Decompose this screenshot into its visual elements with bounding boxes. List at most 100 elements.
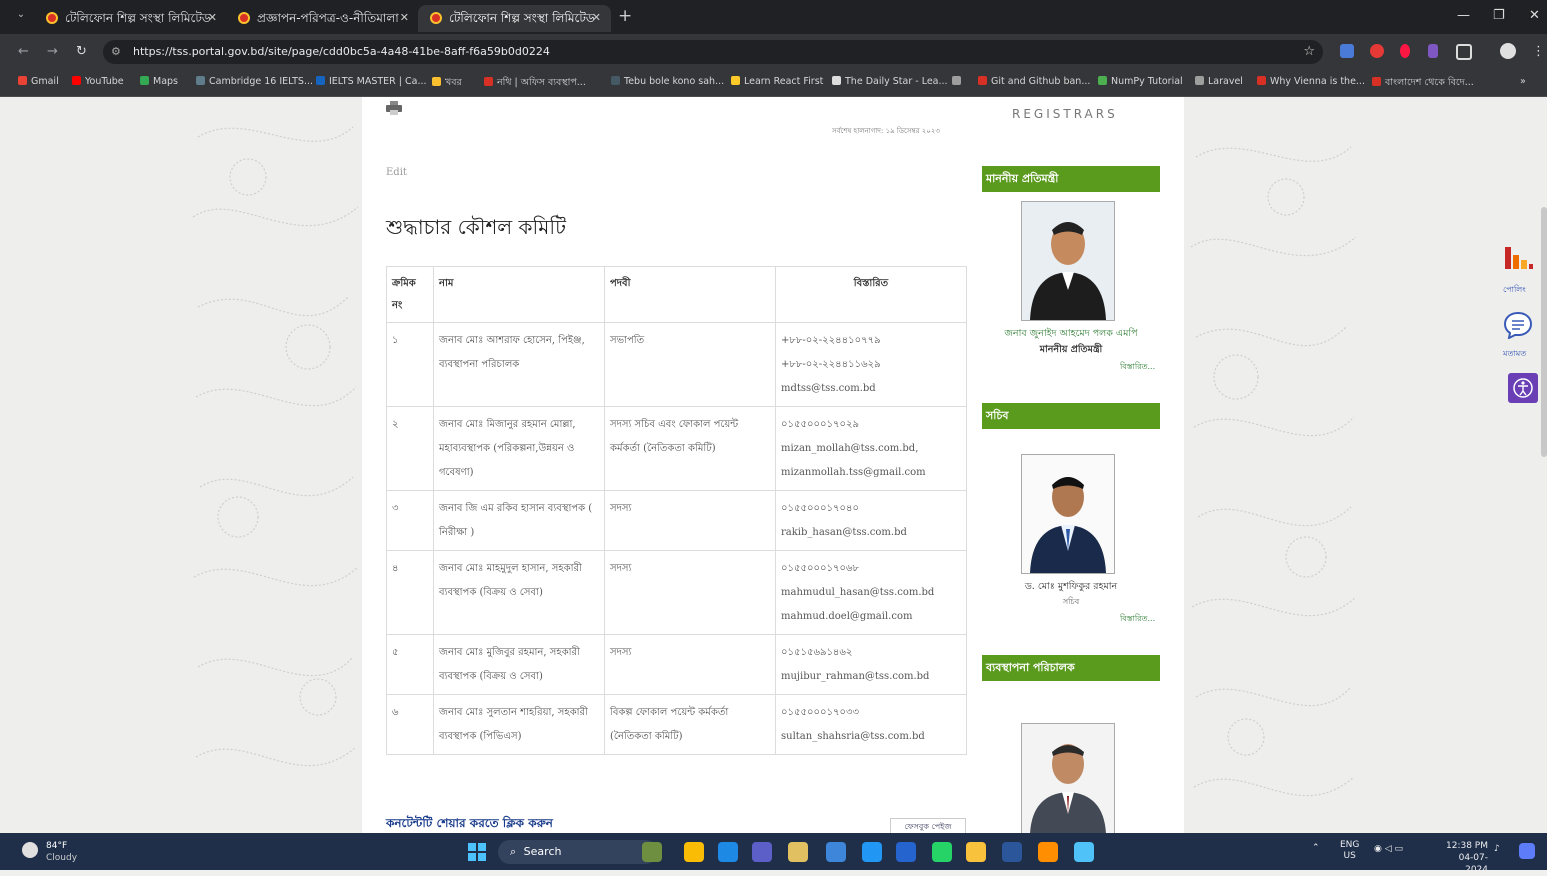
accessibility-icon[interactable] bbox=[1508, 373, 1538, 403]
close-tab-icon[interactable]: ✕ bbox=[400, 5, 409, 31]
poll-chart-icon[interactable] bbox=[1503, 247, 1533, 271]
bookmark-favicon-icon bbox=[978, 76, 987, 85]
back-icon[interactable]: ← bbox=[18, 44, 29, 59]
reload-icon[interactable]: ↻ bbox=[76, 44, 87, 59]
bookmark-item[interactable]: Learn React First bbox=[731, 76, 823, 87]
minister-details-link[interactable]: বিস্তারিত... bbox=[1120, 361, 1155, 374]
secretary-name[interactable]: ড. মোঃ মুশফিকুর রহমান bbox=[982, 580, 1160, 595]
cell-serial: ১ bbox=[386, 322, 434, 407]
bookmark-item[interactable]: Maps bbox=[140, 76, 178, 87]
extension-icon[interactable] bbox=[1370, 44, 1384, 58]
bookmark-item[interactable]: IELTS MASTER | Ca... bbox=[316, 76, 427, 87]
feedback-chat-icon[interactable] bbox=[1503, 311, 1533, 339]
page-scrollbar[interactable] bbox=[1541, 207, 1547, 457]
cloud-icon bbox=[22, 842, 38, 858]
whatsapp-icon[interactable] bbox=[932, 842, 952, 862]
minister-section-heading: মাননীয় প্রতিমন্ত্রী bbox=[982, 166, 1160, 192]
vscode-icon[interactable] bbox=[862, 842, 882, 862]
col-serial-header: ক্রমিক নং bbox=[386, 266, 434, 323]
notepad-icon[interactable] bbox=[1074, 842, 1094, 862]
bookmark-favicon-icon bbox=[432, 77, 441, 86]
copilot-icon[interactable] bbox=[1519, 843, 1535, 859]
notification-bell-icon[interactable]: ♪ bbox=[1494, 844, 1500, 854]
cell-serial: ৬ bbox=[386, 694, 434, 755]
edge-icon[interactable] bbox=[718, 842, 738, 862]
landscape-app-icon[interactable] bbox=[642, 842, 662, 862]
close-tab-icon[interactable]: ✕ bbox=[208, 5, 217, 31]
bookmark-item[interactable]: Gmail bbox=[18, 76, 59, 87]
feedback-label[interactable]: মতামত bbox=[1503, 348, 1526, 361]
bookmark-item[interactable]: Why Vienna is the... bbox=[1257, 76, 1365, 87]
bookmark-favicon-icon bbox=[18, 76, 27, 85]
bookmark-item[interactable]: Git and Github ban... bbox=[978, 76, 1090, 87]
cell-designation: বিকল্প ফোকাল পয়েন্ট কর্মকর্তা (নৈতিকতা … bbox=[604, 694, 776, 755]
cell-name: জনাব মোঃ মাহমুদুল হাসান, সহকারী ব্যবস্থা… bbox=[433, 550, 605, 635]
tab-1[interactable]: টেলিফোন শিল্প সংস্থা লিমিটেড ✕ bbox=[34, 5, 227, 32]
teams-icon[interactable] bbox=[752, 842, 772, 862]
bookmark-item[interactable]: The Daily Star - Lea... bbox=[832, 76, 948, 87]
app-icon[interactable] bbox=[826, 842, 846, 862]
app-icon[interactable] bbox=[788, 842, 808, 862]
language-indicator[interactable]: ENG US bbox=[1340, 840, 1359, 862]
tab-3-active[interactable]: টেলিফোন শিল্প সংস্থা লিমিটেড ✕ bbox=[418, 5, 611, 32]
profile-avatar-icon[interactable] bbox=[1500, 43, 1516, 59]
app-icon[interactable] bbox=[1038, 842, 1058, 862]
share-link[interactable]: কনটেন্টটি শেয়ার করতে ক্লিক করুন bbox=[386, 815, 553, 833]
bookmark-item[interactable]: বাংলাদেশ থেকে বিদে... bbox=[1372, 76, 1474, 91]
wifi-volume-battery-icons[interactable]: ◉ ◁ ▭ bbox=[1374, 844, 1403, 854]
todo-icon[interactable] bbox=[896, 842, 916, 862]
close-tab-icon[interactable]: ✕ bbox=[592, 5, 601, 31]
minister-name[interactable]: জনাব জুনাইদ আহমেদ পলক এমপি bbox=[982, 327, 1160, 342]
secretary-section-heading: সচিব bbox=[982, 403, 1160, 429]
minister-photo bbox=[1021, 201, 1115, 321]
bookmark-item[interactable]: নথি | অফিস ব্যবস্থাপ... bbox=[484, 76, 586, 91]
cell-name: জনাব মোঃ মুজিবুর রহমান, সহকারী ব্যবস্থাপ… bbox=[433, 634, 605, 695]
bookmark-favicon-icon bbox=[196, 76, 205, 85]
bookmark-item[interactable]: YouTube bbox=[72, 76, 124, 87]
bookmark-item[interactable]: Laravel bbox=[1195, 76, 1243, 87]
taskbar-search[interactable]: ⌕ Search bbox=[498, 840, 658, 864]
cell-serial: ৩ bbox=[386, 490, 434, 551]
bookmark-star-icon[interactable]: ☆ bbox=[1303, 40, 1315, 64]
decorative-right-pattern bbox=[1190, 146, 1357, 797]
bookmark-item[interactable]: Tebu bole kono sah... bbox=[611, 76, 724, 87]
bookmark-favicon-icon bbox=[484, 77, 493, 86]
cell-details: ০১৫৫০০০১৭০৬৮ mahmudul_hasan@tss.com.bd m… bbox=[775, 550, 967, 635]
extension-icon[interactable] bbox=[1400, 44, 1410, 58]
tab-2[interactable]: প্রজ্ঞাপন-পরিপত্র-ও-নীতিমালা ✕ bbox=[226, 5, 419, 32]
bookmark-item[interactable]: Cambridge 16 IELTS... bbox=[196, 76, 313, 87]
url-bar[interactable]: ⚙ https://tss.portal.gov.bd/site/page/cd… bbox=[103, 40, 1323, 64]
edit-link[interactable]: Edit bbox=[386, 167, 407, 178]
print-icon[interactable] bbox=[386, 101, 402, 115]
browser-tab-strip: ⌄ টেলিফোন শিল্প সংস্থা লিমিটেড ✕ প্রজ্ঞা… bbox=[0, 0, 1547, 34]
clock[interactable]: 12:38 PM 04-07-2024 bbox=[1436, 840, 1488, 876]
main-content: সর্বশেষ হালনাগাদ: ১৯ ডিসেম্বর ২০২৩ Edit … bbox=[362, 97, 1184, 833]
file-explorer-icon[interactable] bbox=[966, 842, 986, 862]
extension-icon[interactable] bbox=[1340, 44, 1354, 58]
word-icon[interactable] bbox=[1002, 842, 1022, 862]
window-close-icon[interactable]: ✕ bbox=[1529, 8, 1540, 23]
restore-icon[interactable]: ❐ bbox=[1493, 8, 1505, 23]
bookmark-item[interactable]: NumPy Tutorial bbox=[1098, 76, 1183, 87]
bookmark-item[interactable]: খবর bbox=[432, 76, 462, 91]
bookmark-item[interactable] bbox=[952, 76, 965, 87]
tray-overflow-icon[interactable]: ⌃ bbox=[1312, 843, 1320, 853]
cell-designation: সভাপতি bbox=[604, 322, 776, 407]
table-row: ৪ জনাব মোঃ মাহমুদুল হাসান, সহকারী ব্যবস্থ… bbox=[386, 550, 967, 635]
minimize-icon[interactable]: — bbox=[1457, 8, 1470, 23]
windows-start-icon[interactable] bbox=[468, 843, 486, 861]
new-tab-button[interactable]: + bbox=[618, 6, 632, 26]
search-icon: ⌕ bbox=[510, 845, 517, 858]
chrome-icon[interactable] bbox=[684, 842, 704, 862]
browser-menu-icon[interactable]: ⋮ bbox=[1532, 44, 1545, 59]
col-designation-header: পদবী bbox=[604, 266, 776, 323]
forward-icon[interactable]: → bbox=[47, 44, 58, 59]
facebook-page-button[interactable]: ফেসবুক পেইজ bbox=[890, 818, 966, 833]
secretary-details-link[interactable]: বিস্তারিত... bbox=[1120, 613, 1155, 626]
extensions-puzzle-icon[interactable] bbox=[1456, 44, 1472, 60]
bookmarks-overflow-icon[interactable]: » bbox=[1520, 76, 1526, 87]
tab-search-button[interactable]: ⌄ bbox=[12, 9, 30, 25]
extension-icon[interactable] bbox=[1428, 44, 1438, 58]
site-info-icon[interactable]: ⚙ bbox=[111, 40, 121, 64]
poll-label[interactable]: পোলিং bbox=[1503, 284, 1526, 297]
